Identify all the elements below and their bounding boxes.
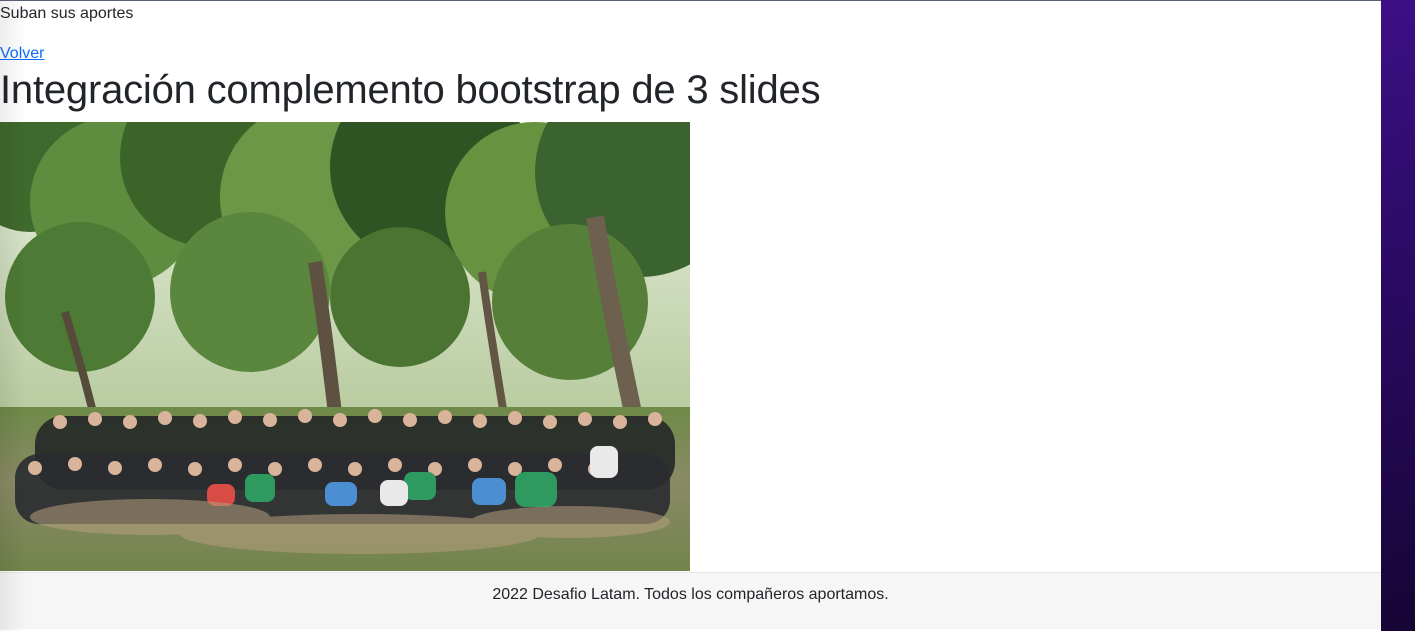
top-nav-text: Suban sus aportes [0,5,134,22]
desktop-background-edge [1381,0,1415,631]
top-border [0,0,1381,1]
page-title: Integración complemento bootstrap de 3 s… [0,68,821,112]
footer: 2022 Desafio Latam. Todos los compañeros… [0,572,1381,629]
footer-text: 2022 Desafio Latam. Todos los compañeros… [492,586,889,603]
group-photo [0,122,690,571]
back-link[interactable]: Volver [0,44,44,63]
group-photo-illustration [0,122,690,571]
browser-page: Suban sus aportes Volver Integración com… [0,0,1381,631]
